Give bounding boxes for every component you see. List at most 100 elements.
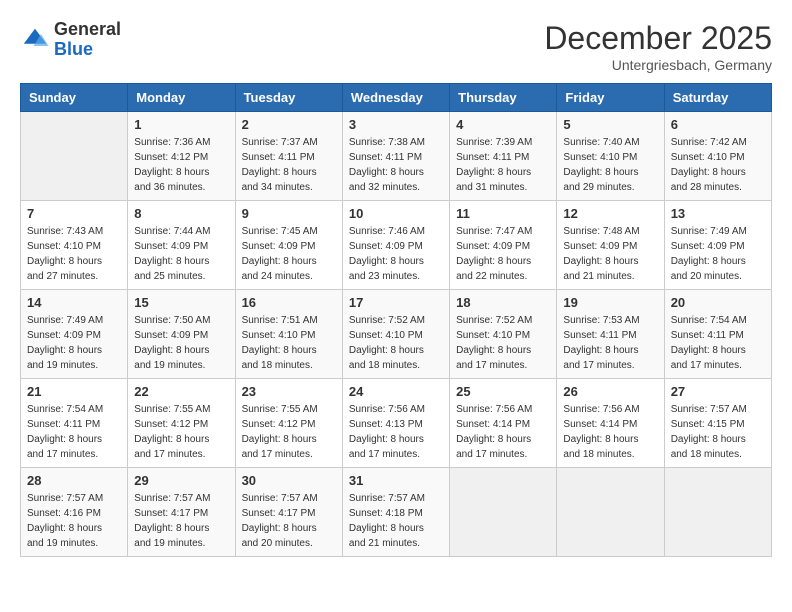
calendar-cell <box>664 468 771 557</box>
day-info: Sunrise: 7:57 AMSunset: 4:16 PMDaylight:… <box>27 491 121 551</box>
day-info: Sunrise: 7:38 AMSunset: 4:11 PMDaylight:… <box>349 135 443 195</box>
page-header: General Blue December 2025 Untergriesbac… <box>20 20 772 73</box>
calendar-cell: 27 Sunrise: 7:57 AMSunset: 4:15 PMDayligh… <box>664 379 771 468</box>
calendar-week-row: 28 Sunrise: 7:57 AMSunset: 4:16 PMDayligh… <box>21 468 772 557</box>
day-number: 2 <box>242 117 336 132</box>
day-number: 8 <box>134 206 228 221</box>
day-number: 3 <box>349 117 443 132</box>
month-title: December 2025 <box>544 20 772 57</box>
day-number: 23 <box>242 384 336 399</box>
calendar-cell: 16 Sunrise: 7:51 AMSunset: 4:10 PMDayligh… <box>235 290 342 379</box>
day-of-week-header: Sunday <box>21 84 128 112</box>
location: Untergriesbach, Germany <box>544 57 772 73</box>
calendar-cell: 10Sunrise: 7:46 AMSunset: 4:09 PMDayligh… <box>342 201 449 290</box>
logo-icon <box>20 25 50 55</box>
day-of-week-header: Thursday <box>450 84 557 112</box>
day-number: 14 <box>27 295 121 310</box>
calendar-cell <box>557 468 664 557</box>
calendar-cell: 6Sunrise: 7:42 AMSunset: 4:10 PMDaylight… <box>664 112 771 201</box>
calendar-cell: 24 Sunrise: 7:56 AMSunset: 4:13 PMDayligh… <box>342 379 449 468</box>
day-number: 5 <box>563 117 657 132</box>
calendar-cell <box>450 468 557 557</box>
calendar-cell: 2 Sunrise: 7:37 AMSunset: 4:11 PMDaylight… <box>235 112 342 201</box>
day-number: 12 <box>563 206 657 221</box>
day-number: 11 <box>456 206 550 221</box>
day-info: Sunrise: 7:57 AMSunset: 4:15 PMDaylight:… <box>671 402 765 462</box>
calendar-week-row: 21Sunrise: 7:54 AMSunset: 4:11 PMDayligh… <box>21 379 772 468</box>
day-info: Sunrise: 7:57 AMSunset: 4:17 PMDaylight:… <box>134 491 228 551</box>
day-info: Sunrise: 7:49 AMSunset: 4:09 PMDaylight:… <box>671 224 765 284</box>
calendar-cell: 21Sunrise: 7:54 AMSunset: 4:11 PMDayligh… <box>21 379 128 468</box>
calendar-cell: 11 Sunrise: 7:47 AMSunset: 4:09 PMDayligh… <box>450 201 557 290</box>
calendar-cell: 9 Sunrise: 7:45 AMSunset: 4:09 PMDaylight… <box>235 201 342 290</box>
day-info: Sunrise: 7:37 AMSunset: 4:11 PMDaylight:… <box>242 135 336 195</box>
day-info: Sunrise: 7:56 AMSunset: 4:14 PMDaylight:… <box>456 402 550 462</box>
day-number: 28 <box>27 473 121 488</box>
day-info: Sunrise: 7:57 AMSunset: 4:18 PMDaylight:… <box>349 491 443 551</box>
day-number: 22 <box>134 384 228 399</box>
day-number: 31 <box>349 473 443 488</box>
calendar-cell: 15 Sunrise: 7:50 AMSunset: 4:09 PMDayligh… <box>128 290 235 379</box>
calendar-cell: 12Sunrise: 7:48 AMSunset: 4:09 PMDayligh… <box>557 201 664 290</box>
calendar-cell: 8 Sunrise: 7:44 AMSunset: 4:09 PMDaylight… <box>128 201 235 290</box>
day-number: 16 <box>242 295 336 310</box>
calendar-week-row: 1 Sunrise: 7:36 AMSunset: 4:12 PMDaylight… <box>21 112 772 201</box>
calendar-cell: 13Sunrise: 7:49 AMSunset: 4:09 PMDayligh… <box>664 201 771 290</box>
day-number: 9 <box>242 206 336 221</box>
day-number: 1 <box>134 117 228 132</box>
day-of-week-header: Wednesday <box>342 84 449 112</box>
day-of-week-header: Saturday <box>664 84 771 112</box>
calendar-cell: 25 Sunrise: 7:56 AMSunset: 4:14 PMDayligh… <box>450 379 557 468</box>
day-number: 6 <box>671 117 765 132</box>
day-info: Sunrise: 7:57 AMSunset: 4:17 PMDaylight:… <box>242 491 336 551</box>
calendar-cell: 5 Sunrise: 7:40 AMSunset: 4:10 PMDaylight… <box>557 112 664 201</box>
day-info: Sunrise: 7:56 AMSunset: 4:13 PMDaylight:… <box>349 402 443 462</box>
calendar-week-row: 7Sunrise: 7:43 AMSunset: 4:10 PMDaylight… <box>21 201 772 290</box>
calendar-week-row: 14 Sunrise: 7:49 AMSunset: 4:09 PMDayligh… <box>21 290 772 379</box>
calendar-cell: 20Sunrise: 7:54 AMSunset: 4:11 PMDayligh… <box>664 290 771 379</box>
calendar-cell: 26 Sunrise: 7:56 AMSunset: 4:14 PMDayligh… <box>557 379 664 468</box>
day-info: Sunrise: 7:52 AMSunset: 4:10 PMDaylight:… <box>349 313 443 373</box>
day-info: Sunrise: 7:55 AMSunset: 4:12 PMDaylight:… <box>134 402 228 462</box>
day-info: Sunrise: 7:53 AMSunset: 4:11 PMDaylight:… <box>563 313 657 373</box>
logo-text: General Blue <box>54 20 121 60</box>
calendar-cell: 1 Sunrise: 7:36 AMSunset: 4:12 PMDaylight… <box>128 112 235 201</box>
calendar-cell: 3 Sunrise: 7:38 AMSunset: 4:11 PMDaylight… <box>342 112 449 201</box>
day-number: 27 <box>671 384 765 399</box>
day-info: Sunrise: 7:51 AMSunset: 4:10 PMDaylight:… <box>242 313 336 373</box>
day-info: Sunrise: 7:56 AMSunset: 4:14 PMDaylight:… <box>563 402 657 462</box>
day-of-week-header: Friday <box>557 84 664 112</box>
calendar-cell <box>21 112 128 201</box>
calendar-cell: 19 Sunrise: 7:53 AMSunset: 4:11 PMDayligh… <box>557 290 664 379</box>
day-info: Sunrise: 7:49 AMSunset: 4:09 PMDaylight:… <box>27 313 121 373</box>
day-of-week-header: Monday <box>128 84 235 112</box>
logo: General Blue <box>20 20 121 60</box>
day-number: 24 <box>349 384 443 399</box>
day-number: 26 <box>563 384 657 399</box>
day-info: Sunrise: 7:47 AMSunset: 4:09 PMDaylight:… <box>456 224 550 284</box>
calendar-cell: 31 Sunrise: 7:57 AMSunset: 4:18 PMDayligh… <box>342 468 449 557</box>
day-number: 15 <box>134 295 228 310</box>
day-number: 25 <box>456 384 550 399</box>
day-info: Sunrise: 7:46 AMSunset: 4:09 PMDaylight:… <box>349 224 443 284</box>
logo-general: General <box>54 20 121 40</box>
day-info: Sunrise: 7:54 AMSunset: 4:11 PMDaylight:… <box>27 402 121 462</box>
calendar-cell: 14 Sunrise: 7:49 AMSunset: 4:09 PMDayligh… <box>21 290 128 379</box>
day-of-week-header: Tuesday <box>235 84 342 112</box>
day-info: Sunrise: 7:36 AMSunset: 4:12 PMDaylight:… <box>134 135 228 195</box>
calendar-cell: 29 Sunrise: 7:57 AMSunset: 4:17 PMDayligh… <box>128 468 235 557</box>
calendar-cell: 23Sunrise: 7:55 AMSunset: 4:12 PMDayligh… <box>235 379 342 468</box>
day-number: 20 <box>671 295 765 310</box>
day-number: 19 <box>563 295 657 310</box>
day-number: 17 <box>349 295 443 310</box>
day-info: Sunrise: 7:40 AMSunset: 4:10 PMDaylight:… <box>563 135 657 195</box>
day-info: Sunrise: 7:45 AMSunset: 4:09 PMDaylight:… <box>242 224 336 284</box>
day-number: 30 <box>242 473 336 488</box>
day-info: Sunrise: 7:50 AMSunset: 4:09 PMDaylight:… <box>134 313 228 373</box>
day-info: Sunrise: 7:44 AMSunset: 4:09 PMDaylight:… <box>134 224 228 284</box>
calendar-cell: 22 Sunrise: 7:55 AMSunset: 4:12 PMDayligh… <box>128 379 235 468</box>
calendar-header-row: SundayMondayTuesdayWednesdayThursdayFrid… <box>21 84 772 112</box>
calendar-cell: 7Sunrise: 7:43 AMSunset: 4:10 PMDaylight… <box>21 201 128 290</box>
day-number: 29 <box>134 473 228 488</box>
day-number: 18 <box>456 295 550 310</box>
